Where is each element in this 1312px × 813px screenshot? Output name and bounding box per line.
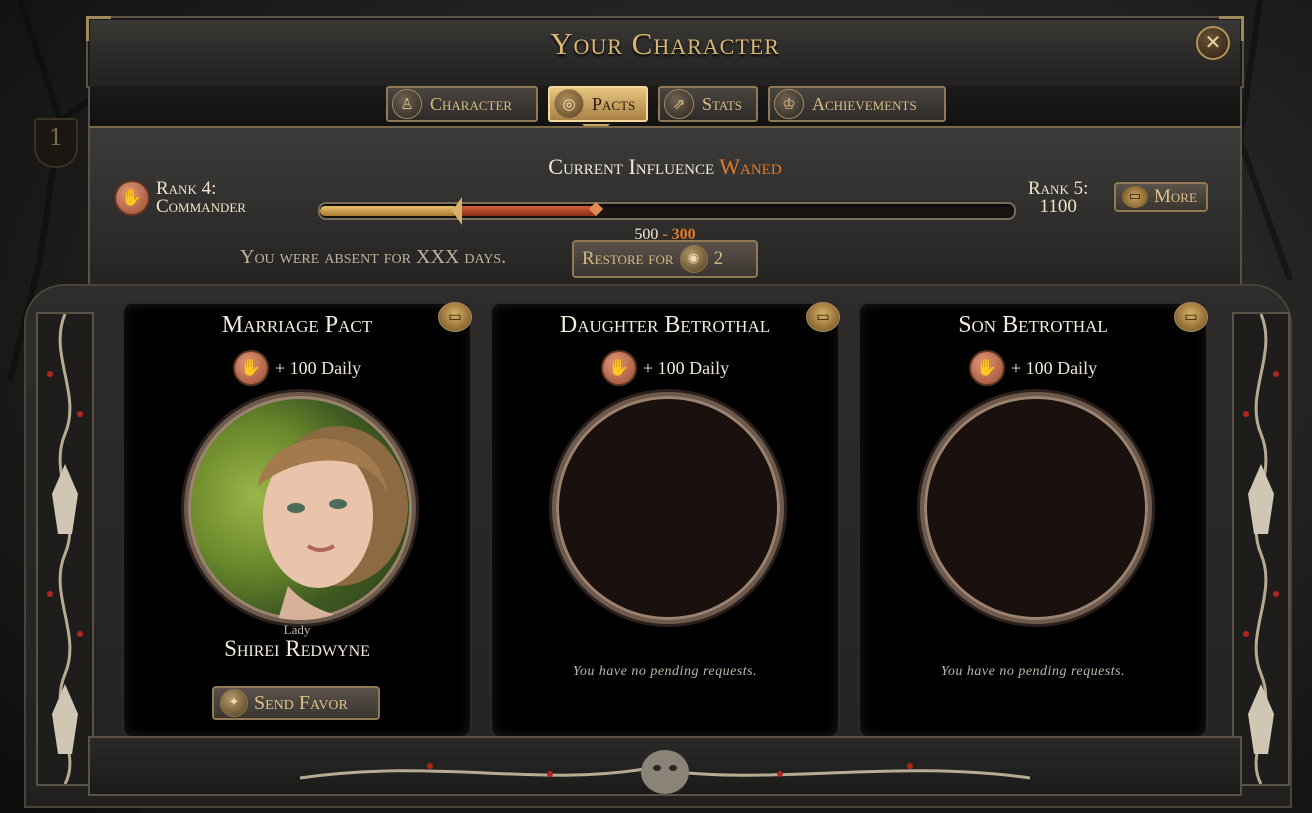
no-requests-message: You have no pending requests. — [572, 664, 758, 679]
more-button-label: More — [1154, 186, 1197, 207]
progress-fill-current — [320, 206, 458, 216]
current-rank-title: Commander — [156, 196, 246, 217]
vine-ornament-icon — [299, 750, 1031, 794]
wolf-vine-icon — [47, 314, 83, 784]
son-betrothal-card: ▭ Son Betrothal ✋ + 100 Daily You have n… — [858, 302, 1208, 738]
rings-icon: ◎ — [554, 89, 584, 119]
influence-state: Waned — [719, 154, 782, 179]
no-requests-message: You have no pending requests. — [940, 664, 1126, 679]
card-title: Daughter Betrothal — [559, 312, 771, 338]
empty-portrait-slot[interactable] — [920, 392, 1152, 624]
tab-pacts[interactable]: ◎ Pacts — [548, 86, 648, 122]
card-title: Son Betrothal — [958, 312, 1108, 338]
daily-reward-text: + 100 Daily — [1010, 357, 1098, 378]
left-wolf-ornament — [36, 312, 94, 786]
send-favor-label: Send Favor — [254, 691, 348, 714]
influence-title: Current Influence Waned — [90, 154, 1240, 180]
hand-icon: ✋ — [600, 350, 637, 386]
hand-icon: ✋ — [114, 180, 150, 216]
daily-reward: ✋ + 100 Daily — [492, 350, 838, 386]
current-rank-text: Rank 4: Commander — [156, 179, 246, 217]
title-bar: Your Character — [86, 16, 1244, 88]
daily-reward-text: + 100 Daily — [642, 357, 730, 378]
hand-icon: ✋ — [968, 350, 1005, 386]
hand-icon: ✋ — [232, 350, 269, 386]
tab-stats[interactable]: ⇗ Stats — [658, 86, 758, 122]
tab-achievements[interactable]: ♔ Achievements — [768, 86, 946, 122]
favor-icon: ✦ — [220, 689, 248, 717]
next-rank-threshold: 1100 — [1039, 196, 1077, 217]
more-button[interactable]: ▭ More — [1114, 182, 1208, 212]
current-rank: ✋ Rank 4: Commander — [114, 179, 246, 217]
absence-text: You were absent for XXX days. — [240, 246, 507, 268]
bottom-ornament-bar — [88, 736, 1242, 796]
restore-cost: 2 — [713, 248, 724, 269]
tab-label: Character — [430, 93, 513, 114]
tab-strip: ♙ Character ◎ Pacts ⇗ Stats ♔ Achievemen… — [88, 86, 1242, 126]
book-icon: ▭ — [1122, 186, 1148, 208]
card-title: Marriage Pact — [221, 312, 373, 338]
daily-reward: ✋ + 100 Daily — [860, 350, 1206, 386]
window-title: Your Character — [550, 26, 780, 61]
empty-portrait-slot[interactable] — [552, 392, 784, 624]
influence-panel: Current Influence Waned ✋ Rank 4: Comman… — [88, 126, 1242, 288]
trophy-icon: ♔ — [774, 89, 804, 119]
daily-reward: ✋ + 100 Daily — [124, 350, 470, 386]
tab-character[interactable]: ♙ Character — [386, 86, 538, 122]
portrait-image — [258, 426, 408, 620]
send-favor-button[interactable]: ✦ Send Favor — [212, 686, 380, 720]
wolf-vine-icon — [1243, 314, 1279, 784]
influence-progress-bar — [318, 197, 1016, 225]
spouse-name: Shirei Redwyne — [224, 636, 370, 661]
arrows-icon: ⇗ — [664, 89, 694, 119]
close-icon: ✕ — [1204, 30, 1222, 54]
tab-label: Pacts — [592, 93, 636, 114]
restore-button[interactable]: Restore for ◉ 2 — [572, 240, 758, 278]
gold-coin-icon: ◉ — [679, 245, 708, 273]
person-icon: ♙ — [392, 89, 422, 119]
close-button[interactable]: ✕ — [1196, 26, 1230, 60]
character-window: Your Character ✕ ♙ Character ◎ Pacts ⇗ S… — [24, 14, 1292, 813]
marriage-pact-card: ▭ Marriage Pact ✋ + 100 Daily Lady Shire… — [122, 302, 472, 738]
restore-button-label: Restore for — [582, 248, 674, 269]
tab-label: Achievements — [812, 93, 917, 114]
right-wolf-ornament — [1232, 312, 1290, 786]
influence-title-label: Current Influence — [548, 154, 715, 179]
daily-reward-text: + 100 Daily — [274, 357, 362, 378]
spouse-portrait[interactable] — [184, 392, 416, 624]
progress-fill-lost — [458, 206, 596, 216]
progress-marker — [452, 197, 462, 225]
daughter-betrothal-card: ▭ Daughter Betrothal ✋ + 100 Daily You h… — [490, 302, 840, 738]
next-rank: Rank 5: 1100 — [1028, 179, 1088, 217]
tab-label: Stats — [702, 93, 743, 114]
